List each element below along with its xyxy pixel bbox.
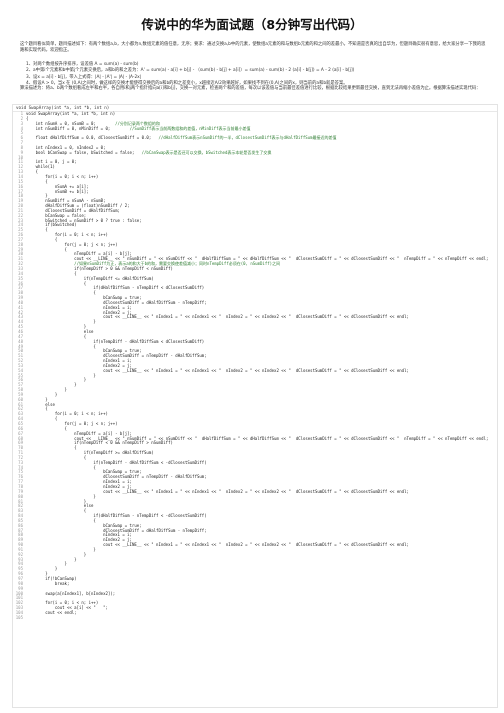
code-text: swap(a[nIndex1], b[nIndex2]); [26,590,116,596]
code-text: void SwapArray(int *a, int *b, int n) [26,111,116,116]
step-list: 1、对两个数组按升序排序，设差值 A = sum(a) - sum(b) 2、a… [26,62,488,88]
code-text: cout << endl; [26,609,77,615]
code-text: int nSumDiff = 0, nMinDiff = 0; [26,125,111,131]
code-block: void SwapArray(int *a, int *b, int n) 1v… [12,104,498,708]
code-comment: //dHalfDiffSum表示nSumDiff的一半，dClosestSumD… [151,135,337,141]
code-comment: //bCanSwap表示是否还可以交换，bSwitched表示本轮是否发生了交换 [134,149,272,155]
summary-paragraph: 算法描述为：将a、b两个数组看成左半和右半，各自用i和j两个指针指向a[i]和b… [20,86,481,91]
line-number: 105 [15,614,23,620]
article-page: 传说中的华为面试题（8分钟写出代码） 这个题目看似简单，题目描述如下：有两个数组… [0,0,504,713]
intro-paragraph: 这个题目看似简单，题目描述如下：有两个数组a,b，大小都为n,数组元素的值任意，… [20,42,486,54]
code-text: float dHalfDiffSum = 0.0, dClosestSumDif… [26,135,152,141]
code-text: bool bCanSwap = false, bSwitched = false… [26,149,135,155]
code-text: break; [26,580,70,586]
code-comment: //SumDiff表示当前两数组和的差值，nMinDiff表示当前最小差值 [110,125,251,131]
page-title: 传说中的华为面试题（8分钟写出代码） [141,17,363,32]
code-lines: 1 void SwapArray(int *a, int *b, int n) 2{… [13,111,497,621]
code-line: 105 [13,614,497,621]
